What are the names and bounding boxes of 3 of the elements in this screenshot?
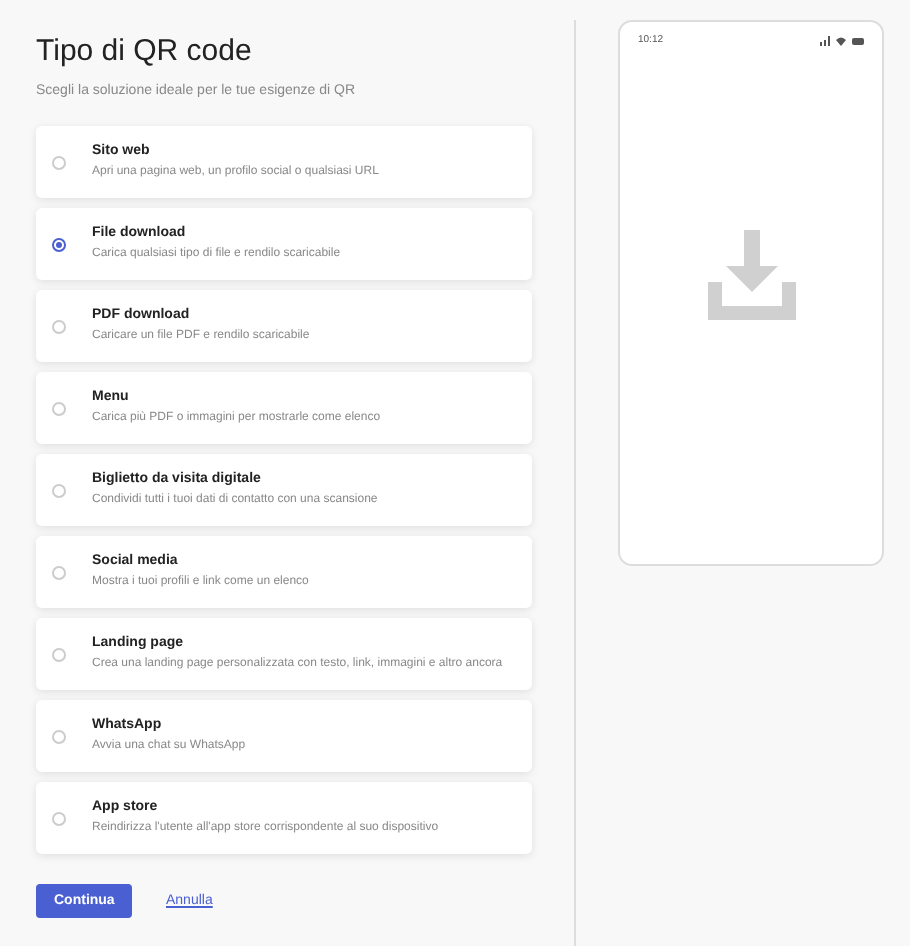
- status-icons-drawing: [820, 35, 864, 45]
- radio-button[interactable]: [52, 237, 66, 251]
- page-title: Tipo di QR code: [36, 34, 254, 68]
